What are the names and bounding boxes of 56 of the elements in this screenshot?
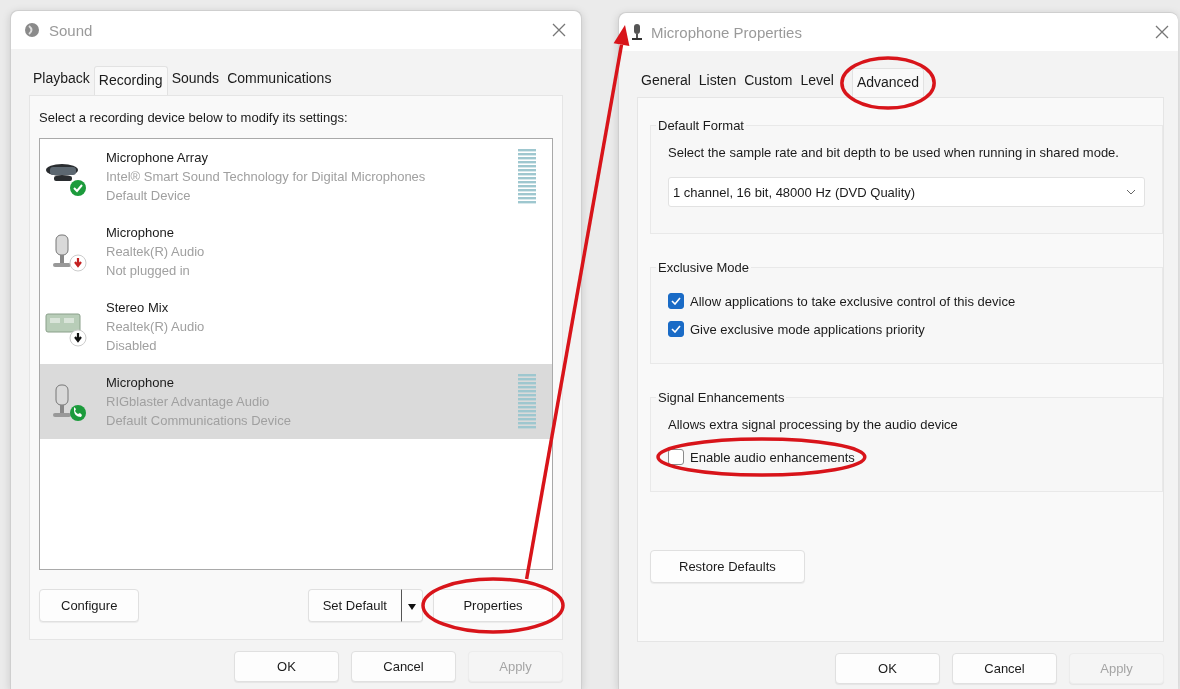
button[interactable]: Set Default [307,589,401,622]
group-title: Exclusive Mode [657,260,751,275]
checkbox[interactable] [668,449,684,465]
tab[interactable]: Recording [93,66,168,96]
format-dropdown[interactable]: 1 channel, 16 bit, 48000 Hz (DVD Quality) [668,177,1145,207]
description-text: Allows extra signal processing by the audio device [668,416,959,434]
checkbox-label: Give exclusive mode applications priority [690,321,925,337]
speaker-icon [23,21,41,39]
tab[interactable]: Custom [740,68,797,92]
device-driver: RIGblaster Advantage Audio [106,394,271,409]
group-title: Default Format [657,118,745,133]
button[interactable]: OK [835,653,940,684]
checkbox-label: Allow applications to take exclusive control of this device [690,293,1016,309]
device-driver: Realtek(R) Audio [106,244,206,259]
button[interactable]: OK [234,651,339,682]
chevron-icon [1126,189,1136,195]
button[interactable]: Cancel [351,651,456,682]
device-status: Not plugged in [106,263,191,278]
device-row[interactable]: Microphone RIGblaster Advantage Audio Default Communications Device [40,364,552,439]
button[interactable]: Configure [39,589,140,622]
tab[interactable]: Playback [29,66,94,90]
instruction-text: Select a recording device below to modify its settings: [39,109,349,127]
device-name: Microphone Array [106,150,209,165]
description-text: Select the sample rate and bit depth to be used when running in shared mode. [668,144,1120,162]
device-row[interactable]: Microphone Array Intel® Smart Sound Technology for Digital Microphones Default Device [40,139,552,214]
checkbox-label: Enable audio enhancements [690,449,855,465]
device-driver: Intel® Smart Sound Technology for Digital Microphones [106,169,427,184]
check-icon [671,297,681,305]
close-icon [1154,24,1170,40]
dropdown-button[interactable] [401,589,423,622]
device-status: Disabled [106,338,158,353]
tab[interactable]: Sounds [167,66,224,90]
checkbox[interactable] [668,293,684,309]
close-icon [551,22,567,38]
caret-icon [408,604,416,610]
button[interactable]: Restore Defaults [650,550,805,583]
device-status: Default Device [106,188,192,203]
device-status: Default Communications Device [106,413,292,428]
window-title: Sound [49,21,93,39]
device-row[interactable]: Microphone Realtek(R) Audio Not plugged in [40,214,552,289]
device-name: Microphone [106,225,175,240]
device-name: Microphone [106,375,175,390]
tab[interactable]: Listen [694,68,741,92]
group-title: Signal Enhancements [657,390,786,405]
tab[interactable]: Communications [223,66,336,90]
tab[interactable]: General [637,68,695,92]
tab[interactable]: Level [796,68,838,92]
microphone-icon [631,23,643,41]
device-name: Stereo Mix [106,300,170,315]
tab[interactable]: Advanced [851,68,925,98]
window-title: Microphone Properties [651,23,802,41]
button[interactable]: Properties [433,589,553,622]
button[interactable]: Cancel [952,653,1057,684]
check-icon [671,325,681,333]
checkbox[interactable] [668,321,684,337]
device-driver: Realtek(R) Audio [106,319,206,334]
